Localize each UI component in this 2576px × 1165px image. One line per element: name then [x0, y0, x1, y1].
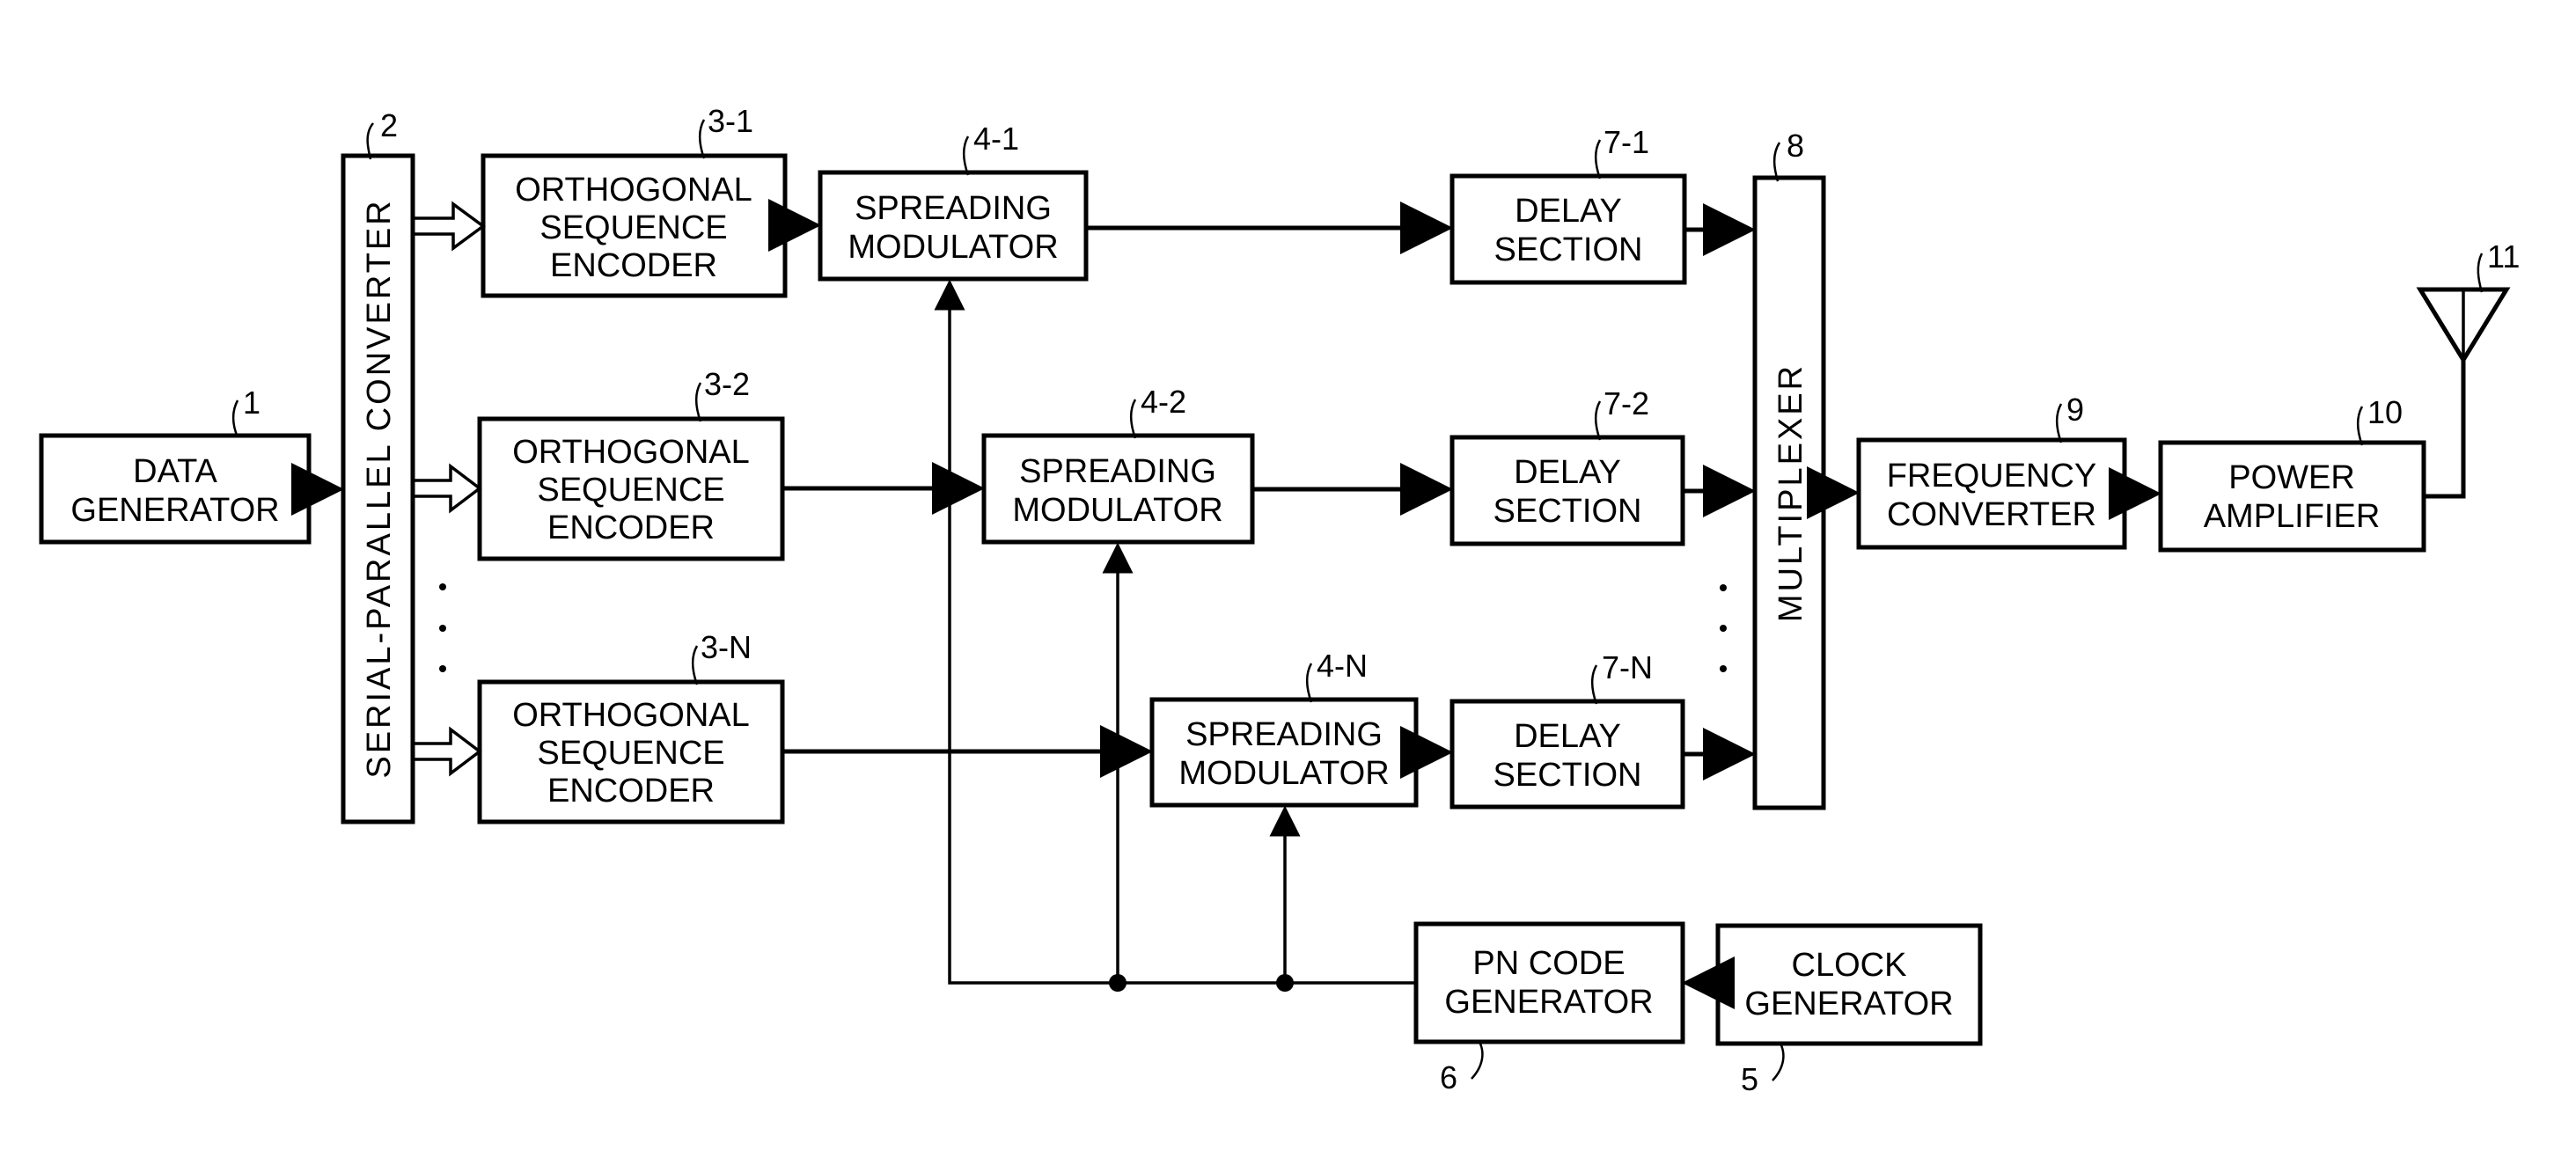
ref-7-2: 7-2: [1604, 385, 1649, 421]
power-amplifier-block: POWER AMPLIFIER 10: [2158, 394, 2426, 553]
ref-4-1: 4-1: [973, 121, 1019, 157]
ref-10: 10: [2367, 394, 2403, 430]
delay-n-label-2: SECTION: [1493, 757, 1642, 794]
ref-6: 6: [1440, 1059, 1457, 1095]
orthogonal-encoder-2-block: ORTHOGONAL SEQUENCE ENCODER 3-2: [477, 366, 785, 561]
power-amp-label-1: POWER: [2228, 459, 2355, 496]
ortho-1-label-2: SEQUENCE: [539, 209, 727, 246]
ellipsis-dot: [1720, 625, 1727, 632]
multiplexer-block: MULTIPLEXER 8: [1752, 128, 1826, 810]
ref-3-n: 3-N: [701, 629, 752, 665]
ellipsis-dot: [439, 665, 446, 672]
ref-4-n: 4-N: [1317, 648, 1368, 684]
power-amp-label-2: AMPLIFIER: [2204, 498, 2381, 535]
ortho-n-label-2: SEQUENCE: [537, 735, 724, 772]
ortho-1-label-3: ENCODER: [550, 247, 717, 284]
ref-4-2: 4-2: [1141, 384, 1186, 420]
hollow-arrow-sp-to-ortho-2: [413, 463, 482, 514]
junction-dot: [1276, 974, 1294, 992]
ref-5: 5: [1741, 1061, 1758, 1097]
data-generator-label-1: DATA: [133, 453, 217, 490]
frequency-converter-block: FREQUENCY CONVERTER 9: [1856, 392, 2127, 550]
ortho-2-label-3: ENCODER: [547, 509, 715, 546]
multiplexer-label: MULTIPLEXER: [1772, 363, 1809, 622]
antenna: 11: [2416, 238, 2520, 364]
ref-2: 2: [380, 107, 398, 143]
orthogonal-encoder-1-block: ORTHOGONAL SEQUENCE ENCODER 3-1: [481, 103, 788, 298]
delay-n-label-1: DELAY: [1514, 718, 1621, 755]
connections: [291, 199, 2466, 1009]
pn-code-label-2: GENERATOR: [1444, 984, 1653, 1021]
ortho-2-label-1: ORTHOGONAL: [512, 434, 750, 471]
ellipsis-dot: [439, 583, 446, 590]
spread-1-label-2: MODULATOR: [848, 229, 1058, 266]
hollow-arrow-sp-to-ortho-n: [413, 726, 482, 777]
serial-parallel-converter-block: SERIAL-PARALLEL CONVERTER 2: [341, 107, 415, 824]
spread-2-label-2: MODULATOR: [1012, 492, 1222, 529]
ortho-n-label-3: ENCODER: [547, 773, 715, 810]
ref-8: 8: [1787, 128, 1804, 164]
spreading-modulator-n-block: SPREADING MODULATOR 4-N: [1149, 648, 1419, 808]
freq-conv-label-1: FREQUENCY: [1887, 458, 2097, 495]
delay-2-label-2: SECTION: [1493, 493, 1642, 530]
junction-dot: [1109, 974, 1127, 992]
pn-code-generator-block: PN CODE GENERATOR 6: [1413, 921, 1685, 1095]
data-generator-block: DATA GENERATOR 1: [39, 385, 312, 545]
line-poweramp-to-antenna: [2424, 360, 2466, 499]
delay-section-2-block: DELAY SECTION 7-2: [1449, 385, 1685, 546]
spreading-modulator-1-block: SPREADING MODULATOR 4-1: [818, 121, 1089, 282]
clock-label-1: CLOCK: [1792, 947, 1907, 984]
ref-1: 1: [243, 385, 261, 421]
block-diagram: DATA GENERATOR 1 SERIAL-PARALLEL CONVERT…: [39, 103, 2520, 1097]
ref-3-1: 3-1: [708, 103, 753, 139]
clock-generator-block: CLOCK GENERATOR 5: [1715, 923, 1983, 1097]
delay-2-label-1: DELAY: [1514, 454, 1621, 491]
delay-section-n-block: DELAY SECTION 7-N: [1449, 649, 1685, 810]
spread-1-label-1: SPREADING: [855, 190, 1052, 227]
clock-label-2: GENERATOR: [1744, 985, 1953, 1022]
ellipsis-dot: [1720, 665, 1727, 672]
ortho-n-label-1: ORTHOGONAL: [512, 697, 750, 734]
delay-1-label-1: DELAY: [1515, 193, 1622, 230]
ref-11: 11: [2487, 238, 2520, 275]
orthogonal-encoder-n-block: ORTHOGONAL SEQUENCE ENCODER 3-N: [477, 629, 785, 824]
freq-conv-label-2: CONVERTER: [1887, 496, 2096, 533]
spread-n-label-2: MODULATOR: [1178, 755, 1389, 792]
delay-section-1-block: DELAY SECTION 7-1: [1449, 124, 1687, 285]
spreading-modulator-2-block: SPREADING MODULATOR 4-2: [981, 384, 1255, 545]
ellipsis-dot: [439, 625, 446, 632]
serial-parallel-converter-label: SERIAL-PARALLEL CONVERTER: [361, 198, 398, 778]
ref-3-2: 3-2: [704, 366, 750, 402]
ortho-1-label-1: ORTHOGONAL: [515, 172, 752, 209]
data-generator-label-2: GENERATOR: [70, 492, 279, 529]
spread-n-label-1: SPREADING: [1185, 716, 1383, 753]
ref-7-1: 7-1: [1604, 124, 1649, 160]
ref-9: 9: [2066, 392, 2084, 428]
hollow-arrow-sp-to-ortho-1: [413, 201, 486, 252]
pn-code-label-1: PN CODE: [1472, 945, 1625, 982]
delay-1-label-2: SECTION: [1494, 231, 1643, 268]
spread-2-label-1: SPREADING: [1019, 453, 1216, 490]
ellipsis-dot: [1720, 584, 1727, 591]
ortho-2-label-2: SEQUENCE: [537, 472, 724, 509]
ref-7-n: 7-N: [1602, 649, 1653, 685]
